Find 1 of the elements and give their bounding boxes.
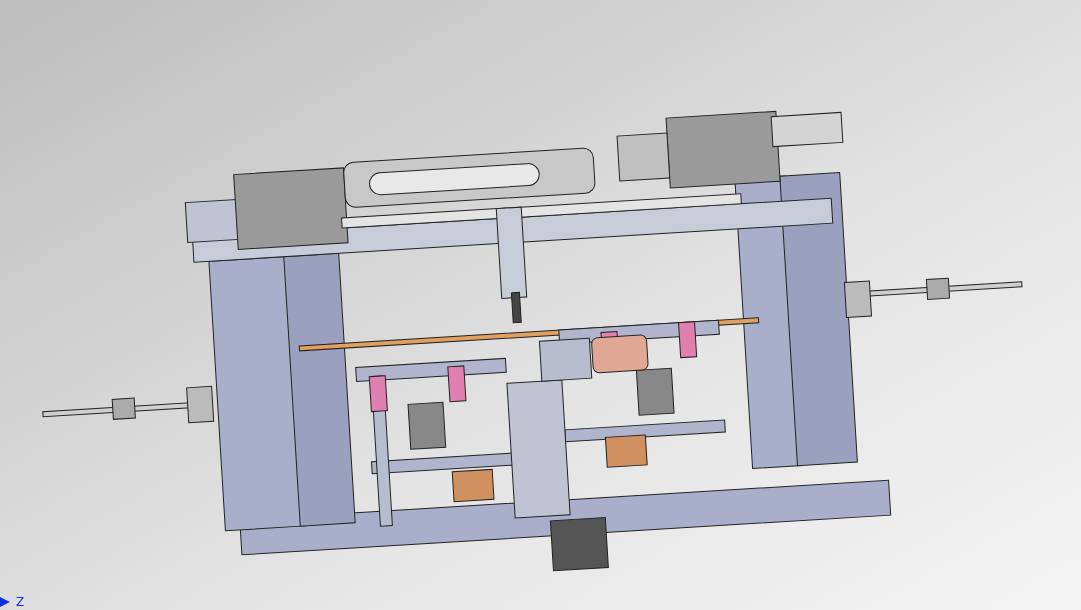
axis-label: Z bbox=[16, 595, 25, 609]
